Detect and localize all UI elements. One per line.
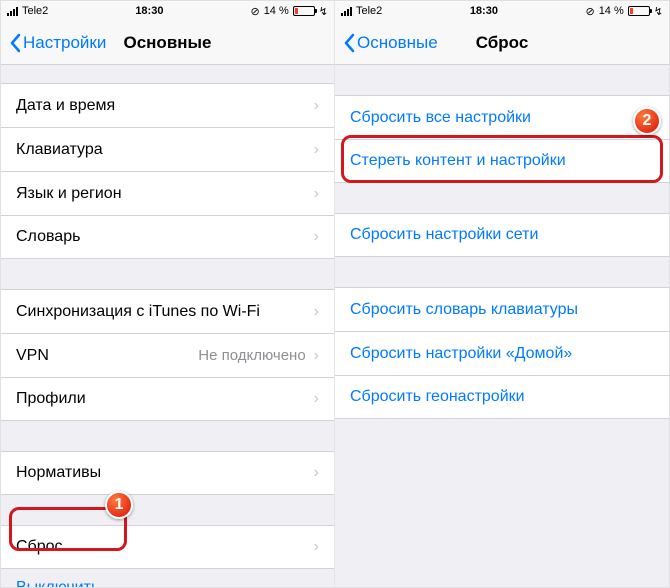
row-reset-keyboard-dict[interactable]: Сбросить словарь клавиатуры bbox=[335, 287, 669, 331]
phone-right: Tele2 18:30 ⊘ 14 % ↯ Основные Сброс Сбро… bbox=[335, 1, 669, 587]
status-bar: Tele2 18:30 ⊘ 14 % ↯ bbox=[335, 1, 669, 21]
battery-icon bbox=[293, 6, 315, 16]
row-reset-home[interactable]: Сбросить настройки «Домой» bbox=[335, 331, 669, 375]
row-value: Не подключено bbox=[198, 347, 305, 364]
signal-icon bbox=[7, 7, 18, 16]
annotation-marker-2: 2 bbox=[633, 107, 661, 135]
row-reset-all-settings[interactable]: Сбросить все настройки bbox=[335, 95, 669, 139]
back-button[interactable]: Основные bbox=[343, 33, 438, 53]
row-label: Сбросить настройки «Домой» bbox=[350, 345, 654, 363]
row-reset-location[interactable]: Сбросить геонастройки bbox=[335, 375, 669, 419]
battery-pct: 14 % bbox=[264, 5, 289, 17]
phone-left: Tele2 18:30 ⊘ 14 % ↯ Настройки Основные … bbox=[1, 1, 335, 587]
carrier-label: Tele2 bbox=[356, 5, 382, 17]
chevron-right-icon: › bbox=[314, 538, 319, 556]
row-label: Язык и регион bbox=[16, 185, 314, 203]
chevron-right-icon: › bbox=[314, 185, 319, 203]
row-itunes-wifi[interactable]: Синхронизация с iTunes по Wi-Fi › bbox=[1, 289, 334, 333]
row-label: Сбросить геонастройки bbox=[350, 388, 654, 406]
row-date-time[interactable]: Дата и время › bbox=[1, 83, 334, 127]
back-label: Основные bbox=[357, 33, 438, 53]
row-label: VPN bbox=[16, 347, 198, 365]
carrier-label: Tele2 bbox=[22, 5, 48, 17]
row-label: Клавиатура bbox=[16, 141, 314, 159]
nav-bar: Настройки Основные bbox=[1, 21, 334, 65]
clock: 18:30 bbox=[470, 5, 498, 17]
reset-content: Сбросить все настройки Стереть контент и… bbox=[335, 65, 669, 587]
row-vpn[interactable]: VPN Не подключено › bbox=[1, 333, 334, 377]
chevron-right-icon: › bbox=[314, 390, 319, 408]
chevron-right-icon: › bbox=[314, 347, 319, 365]
charging-icon: ↯ bbox=[319, 5, 328, 18]
chevron-right-icon: › bbox=[314, 97, 319, 115]
row-label: Профили bbox=[16, 390, 314, 408]
status-bar: Tele2 18:30 ⊘ 14 % ↯ bbox=[1, 1, 334, 21]
chevron-right-icon: › bbox=[314, 228, 319, 246]
back-button[interactable]: Настройки bbox=[9, 33, 106, 53]
row-label: Сбросить словарь клавиатуры bbox=[350, 301, 654, 319]
row-profiles[interactable]: Профили › bbox=[1, 377, 334, 421]
chevron-left-icon bbox=[9, 33, 21, 53]
charging-icon: ↯ bbox=[654, 5, 663, 18]
row-label: Стереть контент и настройки bbox=[350, 152, 654, 170]
annotation-marker-1: 1 bbox=[105, 491, 133, 519]
row-label: Словарь bbox=[16, 228, 314, 246]
clock: 18:30 bbox=[135, 5, 163, 17]
row-label: Нормативы bbox=[16, 464, 314, 482]
row-keyboard[interactable]: Клавиатура › bbox=[1, 127, 334, 171]
row-label: Сбросить настройки сети bbox=[350, 226, 654, 244]
chevron-right-icon: › bbox=[314, 303, 319, 321]
row-erase-content[interactable]: Стереть контент и настройки bbox=[335, 139, 669, 183]
settings-content: Дата и время › Клавиатура › Язык и регио… bbox=[1, 65, 334, 587]
battery-icon bbox=[628, 6, 650, 16]
row-dictionary[interactable]: Словарь › bbox=[1, 215, 334, 259]
shutdown-link[interactable]: Выключить bbox=[1, 569, 334, 587]
row-reset-network[interactable]: Сбросить настройки сети bbox=[335, 213, 669, 257]
row-lang-region[interactable]: Язык и регион › bbox=[1, 171, 334, 215]
back-label: Настройки bbox=[23, 33, 106, 53]
signal-icon bbox=[341, 7, 352, 16]
rotation-lock-icon: ⊘ bbox=[250, 5, 259, 18]
row-reset[interactable]: Сброс › bbox=[1, 525, 334, 569]
nav-bar: Основные Сброс bbox=[335, 21, 669, 65]
row-label: Синхронизация с iTunes по Wi-Fi bbox=[16, 303, 314, 321]
row-regulatory[interactable]: Нормативы › bbox=[1, 451, 334, 495]
chevron-right-icon: › bbox=[314, 464, 319, 482]
row-label: Дата и время bbox=[16, 97, 314, 115]
battery-pct: 14 % bbox=[599, 5, 624, 17]
rotation-lock-icon: ⊘ bbox=[585, 5, 594, 18]
chevron-left-icon bbox=[343, 33, 355, 53]
row-label: Сбросить все настройки bbox=[350, 109, 654, 127]
chevron-right-icon: › bbox=[314, 141, 319, 159]
row-label: Сброс bbox=[16, 538, 314, 556]
